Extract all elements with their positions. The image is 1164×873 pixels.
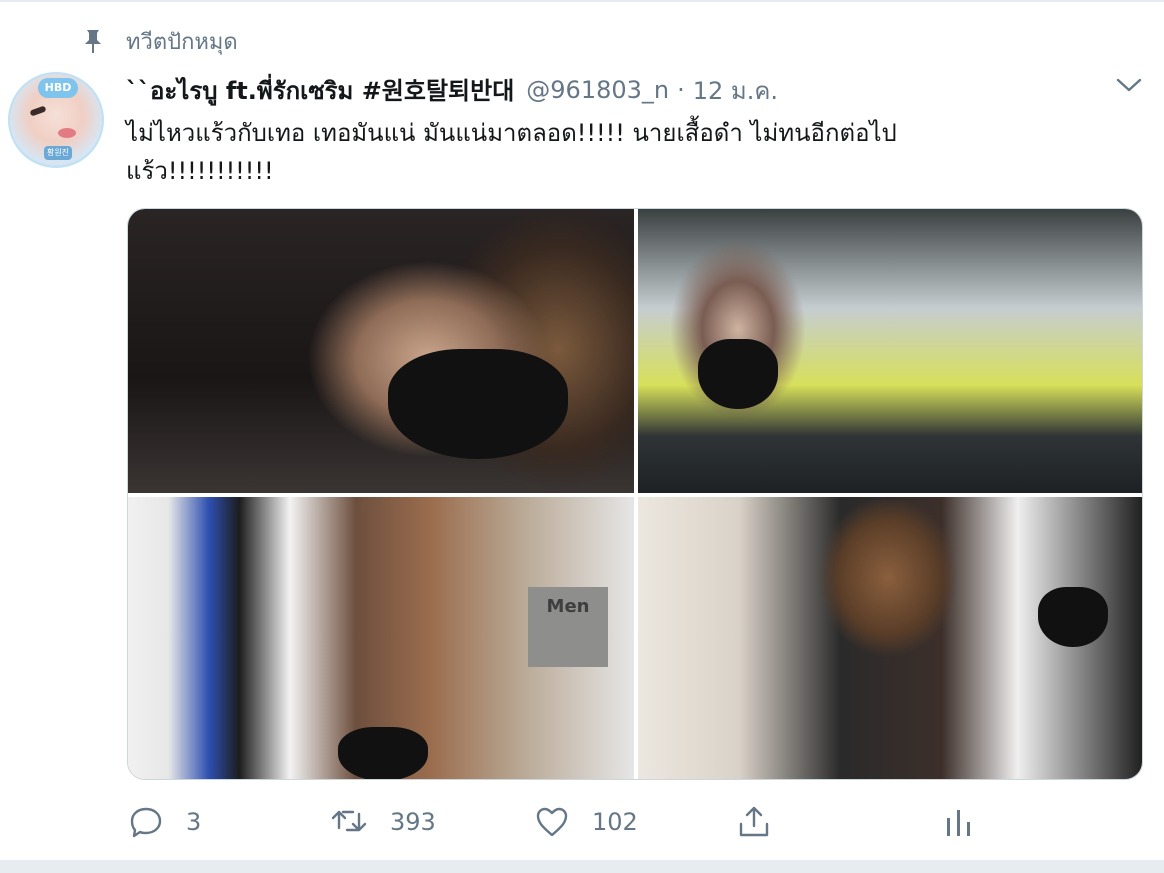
analytics-icon: [944, 804, 974, 840]
analytics-button[interactable]: [944, 800, 974, 844]
retweet-count: 393: [390, 808, 436, 836]
tweet-actions: 3 393 102: [126, 800, 1146, 844]
chevron-down-icon[interactable]: [1114, 74, 1144, 96]
tweet-text-line-2: แร้ว!!!!!!!!!!!: [126, 157, 274, 185]
photo-2[interactable]: [638, 209, 1142, 493]
heart-icon: [534, 804, 570, 840]
photo-3[interactable]: Men: [128, 497, 634, 779]
like-count: 102: [592, 808, 638, 836]
photo-4[interactable]: [638, 497, 1142, 779]
share-button[interactable]: [736, 800, 772, 844]
avatar[interactable]: HBD 황원진: [8, 72, 104, 168]
tweet-header: ``อะไรบู ft.พี่รักเซริม #원호탈퇴반대 @961803_…: [126, 72, 778, 108]
store-sign: Men: [528, 587, 608, 667]
media-grid: Men: [127, 208, 1143, 780]
pinned-tweet-indicator: ทวีตปักหมุด: [80, 24, 238, 58]
like-button[interactable]: 102: [534, 800, 638, 844]
pin-icon: [80, 26, 106, 56]
avatar-lip: [58, 128, 76, 138]
face-mask-shape: [388, 349, 568, 459]
reply-button[interactable]: 3: [128, 800, 201, 844]
pinned-label: ทวีตปักหมุด: [126, 29, 238, 55]
user-handle[interactable]: @961803_n: [526, 76, 669, 104]
display-name[interactable]: ``อะไรบู ft.พี่รักเซริม #원호탈퇴반대: [126, 71, 514, 110]
reply-count: 3: [186, 808, 202, 836]
face-mask-shape: [698, 339, 778, 409]
avatar-badge-top: HBD: [38, 78, 78, 98]
avatar-eye: [29, 105, 47, 117]
top-divider: [0, 0, 1164, 2]
bottom-divider: [0, 860, 1164, 873]
separator-dot: ·: [677, 76, 685, 104]
face-mask-shape: [338, 727, 428, 779]
photo-1[interactable]: [128, 209, 634, 493]
reply-icon: [128, 804, 164, 840]
tweet-date[interactable]: 12 ม.ค.: [693, 71, 778, 110]
avatar-badge-bottom: 황원진: [44, 146, 72, 160]
retweet-icon: [330, 804, 368, 840]
retweet-button[interactable]: 393: [330, 800, 436, 844]
share-icon: [736, 804, 772, 840]
tweet-text-line-1: ไม่ไหวแร้วกับเทอ เทอมันแน่ มันแน่มาตลอด!…: [126, 119, 897, 147]
tweet-text: ไม่ไหวแร้วกับเทอ เทอมันแน่ มันแน่มาตลอด!…: [126, 114, 1126, 190]
face-mask-shape: [1038, 587, 1108, 647]
